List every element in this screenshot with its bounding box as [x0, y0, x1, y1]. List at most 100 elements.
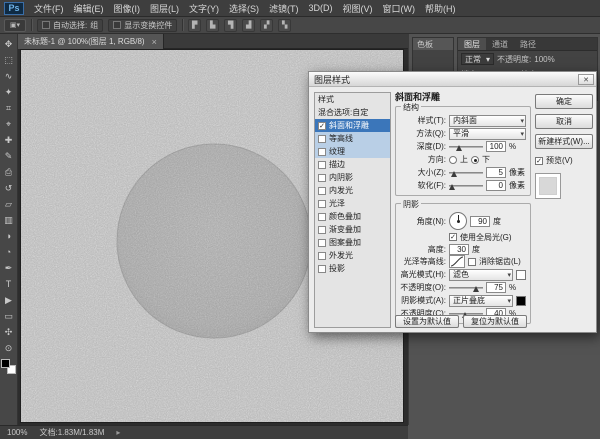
dodge-tool-icon[interactable]: ◔ [1, 244, 17, 260]
shadow-color-swatch[interactable] [516, 296, 526, 306]
document-close-icon[interactable]: × [152, 37, 157, 47]
styles-list-item-inner-shadow[interactable]: 内阴影 [315, 171, 390, 184]
show-transform-checkbox[interactable] [113, 21, 121, 29]
reset-default-button[interactable]: 复位为默认值 [463, 315, 527, 328]
menu-window[interactable]: 窗口(W) [378, 0, 421, 16]
size-value-field[interactable]: 5 [486, 167, 506, 178]
styles-list-item-blending-options[interactable]: 混合选项:自定 [315, 106, 390, 119]
shape-tool-icon[interactable]: ▭ [1, 308, 17, 324]
crop-tool-icon[interactable]: ⌗ [1, 100, 17, 116]
angle-value-field[interactable]: 90 [470, 216, 490, 227]
distribute-vertical-button[interactable]: ▚ [278, 19, 291, 32]
color-overlay-checkbox[interactable] [318, 213, 326, 221]
auto-select-checkbox[interactable] [42, 21, 50, 29]
hand-tool-icon[interactable]: ✣ [1, 324, 17, 340]
swatches-panel-tab[interactable]: 色板 [413, 38, 453, 50]
history-brush-tool-icon[interactable]: ↺ [1, 180, 17, 196]
align-right-button[interactable]: ▟ [242, 19, 255, 32]
gradient-overlay-checkbox[interactable] [318, 226, 326, 234]
tab-layers[interactable]: 图层 [458, 38, 486, 50]
blend-mode-dropdown[interactable]: 正常▾ [461, 53, 494, 65]
menu-help[interactable]: 帮助(H) [420, 0, 461, 16]
stroke-checkbox[interactable] [318, 161, 326, 169]
menu-edit[interactable]: 编辑(E) [69, 0, 109, 16]
highlight-opacity-field[interactable]: 75 [486, 282, 506, 293]
styles-list-item-bevel-emboss[interactable]: 斜面和浮雕 [315, 119, 390, 132]
soften-slider[interactable] [449, 181, 483, 191]
menu-type[interactable]: 文字(Y) [184, 0, 224, 16]
highlight-opacity-slider[interactable] [449, 283, 483, 293]
color-swatches[interactable] [1, 359, 16, 374]
foreground-color-swatch[interactable] [1, 359, 10, 368]
angle-dial[interactable] [449, 212, 467, 230]
zoom-tool-icon[interactable]: ⊙ [1, 340, 17, 356]
clone-stamp-tool-icon[interactable]: ⎙ [1, 164, 17, 180]
preview-checkbox[interactable] [535, 157, 543, 165]
ok-button[interactable]: 确定 [535, 94, 593, 109]
satin-checkbox[interactable] [318, 200, 326, 208]
status-menu-arrow-icon[interactable]: ▸ [116, 428, 120, 437]
size-slider[interactable] [449, 168, 483, 178]
styles-list-item-outer-glow[interactable]: 外发光 [315, 249, 390, 262]
styles-list-item-drop-shadow[interactable]: 投影 [315, 262, 390, 275]
depth-slider[interactable] [449, 142, 483, 152]
show-transform-group[interactable]: 显示变换控件 [108, 19, 177, 32]
contour-checkbox[interactable] [318, 135, 326, 143]
brush-tool-icon[interactable]: ✎ [1, 148, 17, 164]
styles-list-item-contour[interactable]: 等高线 [315, 132, 390, 145]
pattern-overlay-checkbox[interactable] [318, 239, 326, 247]
new-style-button[interactable]: 新建样式(W)... [535, 134, 593, 149]
lasso-tool-icon[interactable]: ∿ [1, 68, 17, 84]
styles-list-item-inner-glow[interactable]: 内发光 [315, 184, 390, 197]
altitude-value-field[interactable]: 30 [449, 244, 469, 255]
menu-filter[interactable]: 滤镜(T) [264, 0, 304, 16]
document-tab[interactable]: 未标题-1 @ 100%(图层 1, RGB/8) × [18, 34, 164, 49]
eyedropper-tool-icon[interactable]: ⌖ [1, 116, 17, 132]
align-top-button[interactable]: ▛ [188, 19, 201, 32]
bevel-style-dropdown[interactable]: 内斜面 [449, 115, 526, 127]
zoom-level[interactable]: 100% [7, 428, 27, 437]
blur-tool-icon[interactable]: ◑ [1, 228, 17, 244]
distribute-horizontal-button[interactable]: ▞ [260, 19, 273, 32]
inner-shadow-checkbox[interactable] [318, 174, 326, 182]
dialog-title-bar[interactable]: 图层样式 ✕ [309, 72, 596, 87]
opacity-value[interactable]: 100% [534, 55, 554, 64]
styles-list-item-gradient-overlay[interactable]: 渐变叠加 [315, 223, 390, 236]
eraser-tool-icon[interactable]: ▱ [1, 196, 17, 212]
tab-channels[interactable]: 通道 [486, 38, 514, 50]
type-tool-icon[interactable]: T [1, 276, 17, 292]
tool-preset-picker[interactable]: ▣▾ [4, 19, 26, 32]
direction-up-radio[interactable] [449, 156, 457, 164]
path-select-tool-icon[interactable]: ▶ [1, 292, 17, 308]
tab-paths[interactable]: 路径 [514, 38, 542, 50]
styles-list-item-color-overlay[interactable]: 颜色叠加 [315, 210, 390, 223]
styles-list-item-stroke[interactable]: 描边 [315, 158, 390, 171]
cancel-button[interactable]: 取消 [535, 114, 593, 129]
menu-layer[interactable]: 图层(L) [145, 0, 184, 16]
inner-glow-checkbox[interactable] [318, 187, 326, 195]
auto-select-value-dropdown[interactable]: 组 [90, 20, 98, 31]
set-default-button[interactable]: 设置为默认值 [395, 315, 459, 328]
antialias-checkbox[interactable] [468, 258, 476, 266]
quick-select-tool-icon[interactable]: ✦ [1, 84, 17, 100]
menu-select[interactable]: 选择(S) [224, 0, 264, 16]
dialog-close-icon[interactable]: ✕ [578, 74, 594, 85]
depth-value-field[interactable]: 100 [486, 141, 506, 152]
align-left-button[interactable]: ▜ [224, 19, 237, 32]
align-bottom-button[interactable]: ▙ [206, 19, 219, 32]
bevel-emboss-checkbox[interactable] [318, 122, 326, 130]
marquee-tool-icon[interactable]: ⬚ [1, 52, 17, 68]
menu-view[interactable]: 视图(V) [338, 0, 378, 16]
shadow-mode-dropdown[interactable]: 正片叠底 [449, 295, 513, 307]
global-light-checkbox[interactable] [449, 233, 457, 241]
styles-list-item-pattern-overlay[interactable]: 图案叠加 [315, 236, 390, 249]
gradient-tool-icon[interactable]: ▥ [1, 212, 17, 228]
menu-image[interactable]: 图像(I) [109, 0, 146, 16]
auto-select-group[interactable]: 自动选择: 组 [37, 19, 103, 32]
soften-value-field[interactable]: 0 [486, 180, 506, 191]
menu-3d[interactable]: 3D(D) [304, 0, 338, 16]
styles-list-item-satin[interactable]: 光泽 [315, 197, 390, 210]
healing-brush-tool-icon[interactable]: ✚ [1, 132, 17, 148]
move-tool-icon[interactable]: ✥ [1, 36, 17, 52]
outer-glow-checkbox[interactable] [318, 252, 326, 260]
